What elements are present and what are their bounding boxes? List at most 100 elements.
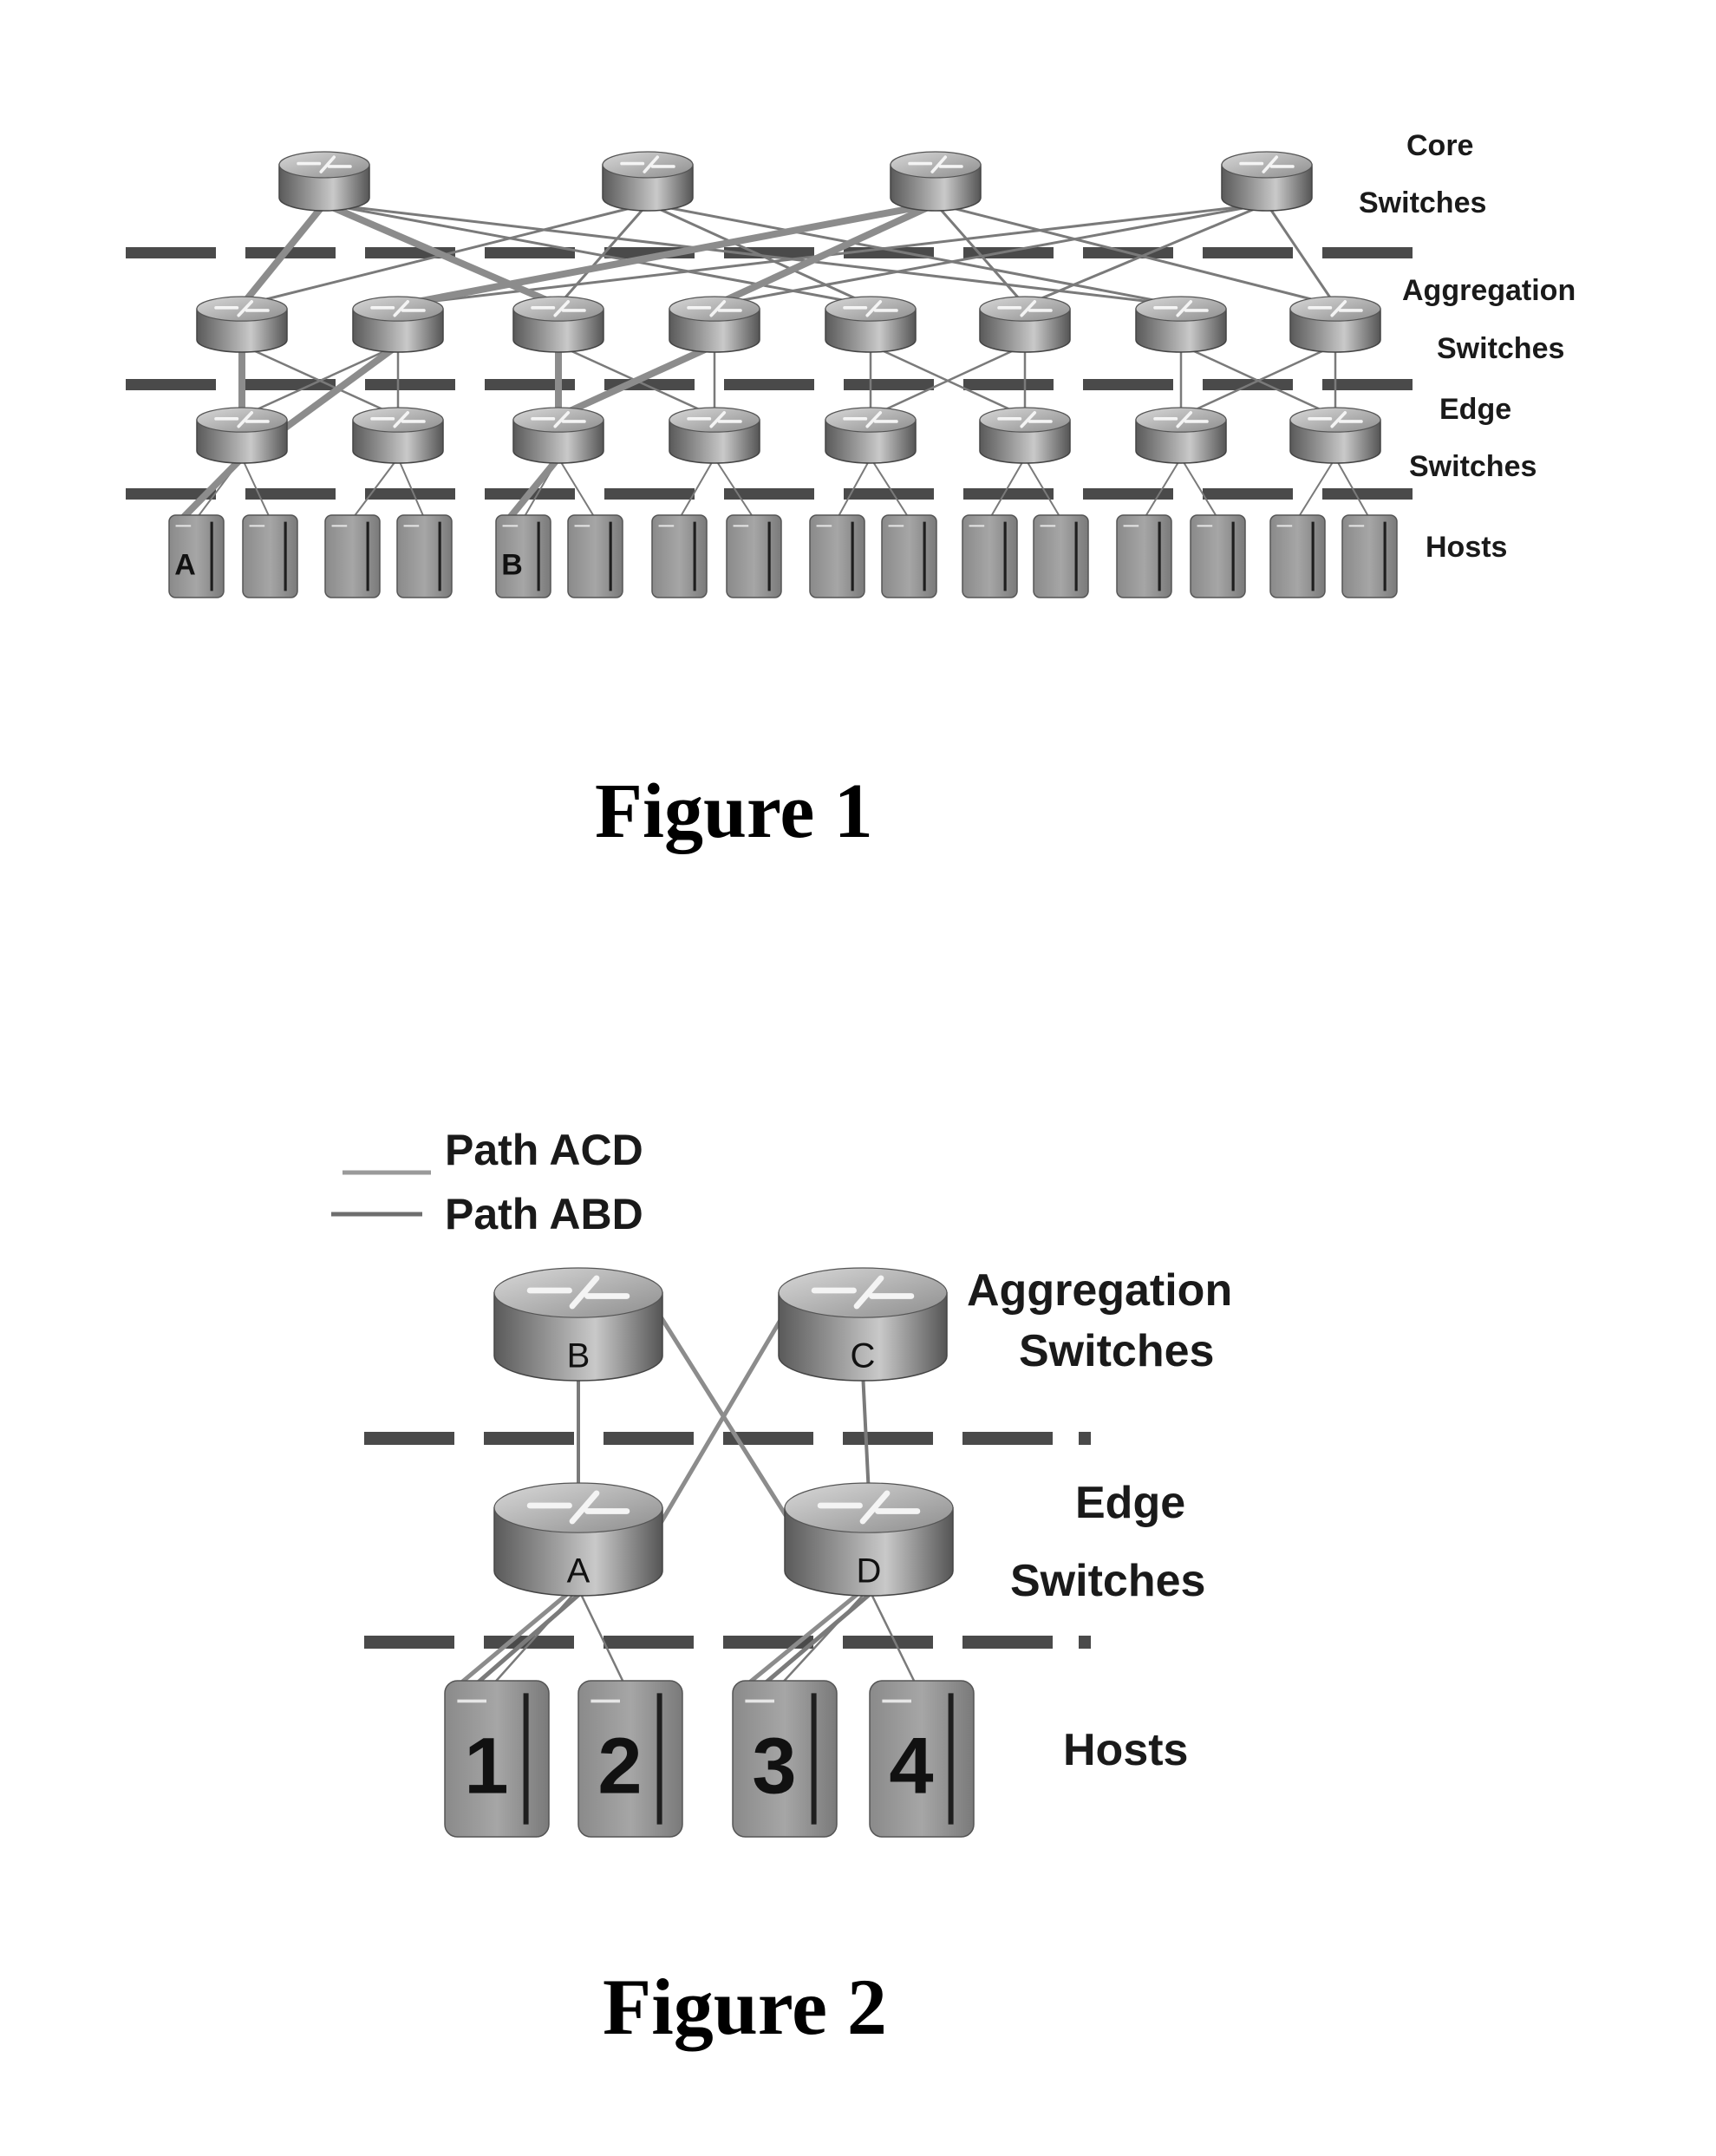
core-switch [1221, 151, 1313, 212]
server-icon [881, 514, 937, 598]
hosts: 12 3 4 [444, 1680, 975, 1838]
agg-edge-separator-dash [604, 1432, 694, 1445]
host [1190, 514, 1246, 598]
router-icon-top [278, 151, 370, 179]
aggregation-switch [825, 296, 917, 353]
switch-label: C [851, 1336, 876, 1375]
aggregation-switch-c: C [778, 1267, 948, 1382]
host-3: 3 [732, 1680, 838, 1838]
hosts: AB [168, 514, 1398, 598]
tier-separator-lines [364, 1432, 1091, 1649]
router-icon-top [196, 296, 288, 322]
edge-switch-a: A [493, 1482, 663, 1597]
core-switch [890, 151, 982, 212]
edge-switches [196, 407, 1381, 464]
router-icon-top [979, 296, 1071, 322]
server-icon [1190, 514, 1246, 598]
host-label: A [174, 548, 196, 581]
aggregation-switch [352, 296, 444, 353]
legend-label-path-acd: Path ACD [445, 1126, 643, 1174]
agg-edge-separator-dash [484, 1432, 574, 1445]
edge-host-separator-dash [604, 488, 695, 500]
core-switch [602, 151, 694, 212]
legend-label-path-abd: Path ABD [445, 1190, 643, 1238]
switch-label: A [567, 1552, 590, 1590]
edge-switch-d: D [784, 1482, 954, 1597]
edge-switch [512, 407, 604, 464]
host-label: 4 [889, 1722, 933, 1811]
agg-edge-separator-dash [843, 1432, 933, 1445]
host: B [495, 514, 551, 598]
hosts-label: Hosts [1063, 1725, 1188, 1775]
edge-label-line1: Edge [1439, 393, 1511, 426]
agg-edge-separator-dash [364, 1432, 454, 1445]
aggregation-switch [1289, 296, 1381, 353]
agg-edge-separator-dash [1083, 379, 1173, 390]
router-icon-top [512, 296, 604, 322]
host [962, 514, 1018, 598]
core-switches [278, 151, 1313, 212]
router-icon-top [512, 407, 604, 433]
router-icon-top [784, 1482, 954, 1533]
server-icon [242, 514, 298, 598]
server-icon [809, 514, 865, 598]
host-label: 3 [752, 1722, 796, 1811]
router-icon-top [1289, 407, 1381, 433]
aggregation-switch [1135, 296, 1227, 353]
edge-host-separator-dash [1203, 488, 1293, 500]
host [1116, 514, 1172, 598]
aggregation-label-line2: Switches [1019, 1326, 1214, 1376]
edge-switch [979, 407, 1071, 464]
router-icon-top [778, 1267, 948, 1318]
aggregation-switch-b: B [493, 1267, 663, 1382]
agg-edge-separator-dash [844, 379, 934, 390]
edge-host-separator-dot [1079, 1636, 1091, 1649]
router-icon-top [825, 407, 917, 433]
host [324, 514, 381, 598]
edge-host-separator-dash [604, 1636, 694, 1649]
router-icon-top [825, 296, 917, 322]
aggregation-switch [979, 296, 1071, 353]
host [1269, 514, 1326, 598]
server-icon [726, 514, 782, 598]
core-label-line1: Core [1406, 129, 1473, 162]
router-icon-top [890, 151, 982, 179]
core-switch [278, 151, 370, 212]
aggregation-switch [512, 296, 604, 353]
edge-switch [1289, 407, 1381, 464]
core-agg-separator-dash [1203, 247, 1293, 258]
host [809, 514, 865, 598]
edge-host-separator-dash [843, 1636, 933, 1649]
core-agg-separator-dash [126, 247, 216, 258]
host-label: 1 [464, 1722, 508, 1811]
host [726, 514, 782, 598]
host-label: B [501, 548, 523, 581]
host [881, 514, 937, 598]
server-icon [1269, 514, 1326, 598]
aggregation-label-line1: Aggregation [1402, 274, 1576, 307]
switch-label: B [567, 1336, 590, 1375]
core-agg-separator-dash [1322, 247, 1413, 258]
aggregation-label-line2: Switches [1437, 332, 1564, 365]
agg-edge-separator-dash [963, 379, 1054, 390]
host-1: 1 [444, 1680, 550, 1838]
patent-drawing-sheet: AB Core Switches Aggregation Switches Ed… [126, 129, 1576, 2051]
agg-edge-separator-dot [1079, 1432, 1091, 1445]
router-icon-top [1289, 296, 1381, 322]
router-icon-top [1135, 407, 1227, 433]
router-icon-top [669, 407, 760, 433]
edge-host-separator-dash [365, 488, 455, 500]
edge-switch [825, 407, 917, 464]
figure-2-caption: Figure 2 [603, 1963, 887, 2051]
host [651, 514, 708, 598]
edge-host-separator-dash [962, 1636, 1053, 1649]
agg-edge-separator-dash [724, 379, 814, 390]
figure-1-caption: Figure 1 [595, 768, 873, 854]
router-icon-top [1135, 296, 1227, 322]
agg-edge-separator-dash [962, 1432, 1053, 1445]
edge-host-separator-dash [844, 488, 934, 500]
host [1341, 514, 1398, 598]
host-label: 2 [597, 1722, 642, 1811]
core-label-line2: Switches [1359, 186, 1486, 219]
aggregation-switches [196, 296, 1381, 353]
